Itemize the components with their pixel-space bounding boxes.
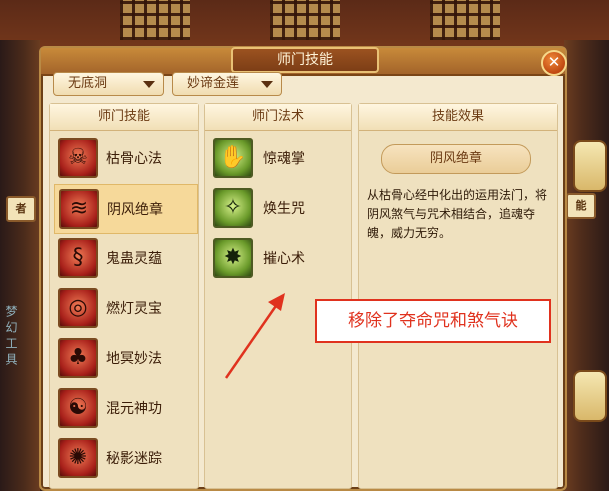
lattice-window bbox=[270, 0, 340, 40]
skill-row-guigu[interactable]: § 鬼蛊灵蕴 bbox=[54, 234, 198, 284]
lantern-icon bbox=[573, 370, 607, 422]
skull-hand-icon: ☠ bbox=[58, 138, 98, 178]
effect-description: 从枯骨心经中化出的运用法门，将阴风煞气与咒术相结合，追魂夺魄，威力无穷。 bbox=[367, 188, 548, 240]
skill-row-hunyuan[interactable]: ☯ 混元神功 bbox=[54, 384, 198, 434]
effect-skill-name: 阴风绝章 bbox=[381, 144, 531, 174]
skills-dialog: 师门技能 ✕ 无底洞 妙谛金莲 师门技能 ☠ 枯骨心法 ≋ 阴风绝章 § 鬼蛊灵… bbox=[39, 46, 567, 491]
spell-label: 焕生咒 bbox=[263, 201, 305, 217]
skill-label: 阴风绝章 bbox=[107, 202, 163, 218]
skill-label: 地冥妙法 bbox=[106, 351, 162, 367]
chevron-down-icon bbox=[261, 81, 273, 88]
shadow-swirl-icon: ✺ bbox=[58, 438, 98, 478]
background-sign-left: 者 bbox=[6, 196, 36, 222]
skill-row-kugu[interactable]: ☠ 枯骨心法 bbox=[54, 134, 198, 184]
heart-shatter-icon: ✸ bbox=[213, 238, 253, 278]
skill-label: 燃灯灵宝 bbox=[106, 301, 162, 317]
spells-column: 师门法术 ✋ 惊魂掌 ✧ 焕生咒 ✸ 摧心术 bbox=[204, 103, 352, 489]
lattice-window bbox=[430, 0, 500, 40]
wind-scroll-icon: ≋ bbox=[59, 189, 99, 229]
left-pillar bbox=[0, 40, 40, 491]
underworld-tree-icon: ♣ bbox=[58, 338, 98, 378]
lattice-window bbox=[120, 0, 190, 40]
chaos-figure-icon: ☯ bbox=[58, 388, 98, 428]
skill-label: 枯骨心法 bbox=[106, 151, 162, 167]
spell-label: 惊魂掌 bbox=[263, 151, 305, 167]
faction-dropdown-value: 无底洞 bbox=[68, 76, 108, 91]
sub-faction-dropdown[interactable]: 妙谛金莲 bbox=[172, 72, 282, 96]
chevron-down-icon bbox=[143, 81, 155, 88]
ghost-worm-icon: § bbox=[58, 238, 98, 278]
palm-icon: ✋ bbox=[213, 138, 253, 178]
skill-label: 秘影迷踪 bbox=[106, 451, 162, 467]
background-side-text: 梦幻工具 bbox=[4, 305, 18, 369]
dialog-title: 师门技能 bbox=[231, 47, 379, 73]
skill-label: 鬼蛊灵蕴 bbox=[106, 251, 162, 267]
spell-row-jinghun[interactable]: ✋ 惊魂掌 bbox=[209, 134, 349, 184]
sub-faction-dropdown-value: 妙谛金莲 bbox=[187, 76, 240, 91]
spell-row-cuixin[interactable]: ✸ 摧心术 bbox=[209, 234, 349, 284]
skill-row-diming[interactable]: ♣ 地冥妙法 bbox=[54, 334, 198, 384]
spell-label: 摧心术 bbox=[263, 251, 305, 267]
lantern-icon bbox=[573, 140, 607, 192]
spells-column-header: 师门法术 bbox=[205, 104, 351, 131]
close-button[interactable]: ✕ bbox=[541, 50, 567, 76]
lamp-wheel-icon: ◎ bbox=[58, 288, 98, 328]
skills-column: 师门技能 ☠ 枯骨心法 ≋ 阴风绝章 § 鬼蛊灵蕴 ◎ 燃灯灵宝 ♣ 地冥妙法 … bbox=[49, 103, 199, 489]
skills-column-header: 师门技能 bbox=[50, 104, 198, 131]
skill-row-yinfeng[interactable]: ≋ 阴风绝章 bbox=[54, 184, 198, 234]
effect-column-header: 技能效果 bbox=[359, 104, 557, 131]
skill-label: 混元神功 bbox=[106, 401, 162, 417]
annotation-callout: 移除了夺命咒和煞气诀 bbox=[315, 299, 551, 343]
effect-column: 技能效果 阴风绝章 从枯骨心经中化出的运用法门，将阴风煞气与咒术相结合，追魂夺魄… bbox=[358, 103, 558, 489]
skill-row-miying[interactable]: ✺ 秘影迷踪 bbox=[54, 434, 198, 484]
spell-row-huansheng[interactable]: ✧ 焕生咒 bbox=[209, 184, 349, 234]
skill-row-randeng[interactable]: ◎ 燃灯灵宝 bbox=[54, 284, 198, 334]
faction-dropdown[interactable]: 无底洞 bbox=[53, 72, 164, 96]
right-pillar bbox=[564, 40, 609, 491]
background-sign-right: 能 bbox=[566, 193, 596, 219]
revive-figure-icon: ✧ bbox=[213, 188, 253, 228]
